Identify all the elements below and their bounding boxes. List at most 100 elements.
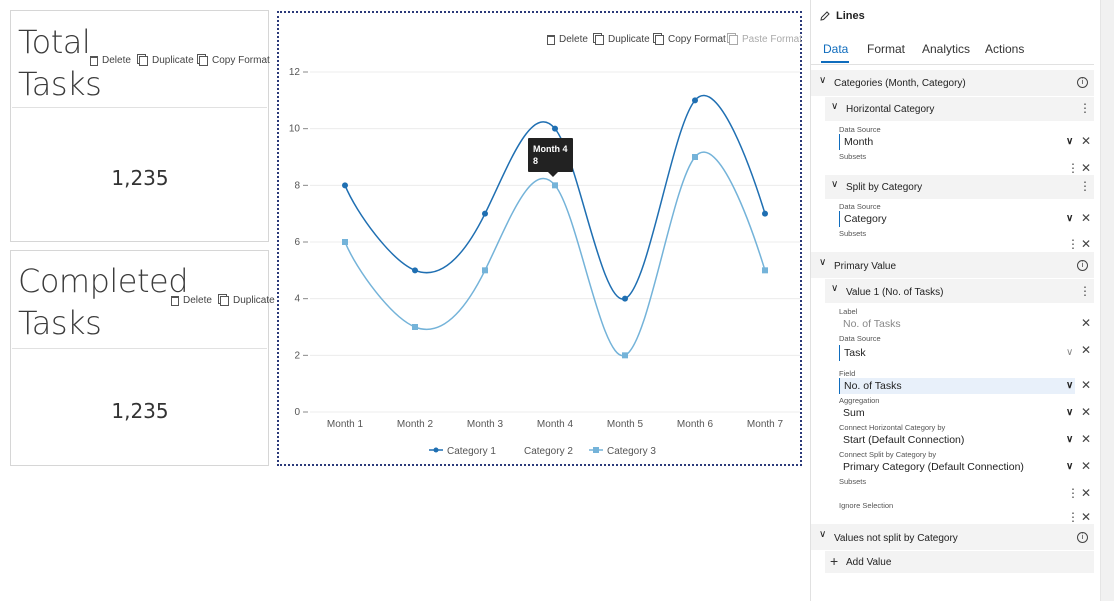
kpi-title-line1: Completed bbox=[18, 262, 189, 300]
divider bbox=[12, 107, 267, 108]
close-icon[interactable]: ✕ bbox=[1081, 460, 1091, 472]
delete-button[interactable]: Delete bbox=[90, 55, 131, 66]
divider bbox=[12, 348, 267, 349]
data-point bbox=[692, 154, 698, 160]
tab-format[interactable]: Format bbox=[867, 42, 905, 56]
subsection-split-by-category[interactable]: ∨ Split by Category ⋮ bbox=[825, 175, 1094, 199]
more-options-icon[interactable]: ⋮ bbox=[1067, 162, 1079, 174]
close-icon[interactable]: ✕ bbox=[1081, 487, 1091, 499]
kpi-tile-total-tasks[interactable]: Total Tasks Delete Duplicate Copy Format… bbox=[10, 10, 270, 242]
kpi-tile-completed-tasks[interactable]: Completed Tasks Delete Duplicate 1,235 bbox=[10, 250, 275, 466]
value-data-source-select[interactable]: Task bbox=[839, 345, 1075, 361]
section-values-not-split[interactable]: ∨ Values not split by Category i bbox=[811, 524, 1094, 550]
data-point bbox=[552, 125, 558, 132]
duplicate-button[interactable]: Duplicate bbox=[220, 295, 275, 306]
data-point bbox=[342, 182, 348, 189]
aggregation-label: Aggregation bbox=[839, 396, 880, 405]
copy-format-label: Copy Format bbox=[212, 55, 270, 66]
section-categories[interactable]: ∨ Categories (Month, Category) i bbox=[811, 70, 1094, 96]
chevron-down-icon[interactable]: ∨ bbox=[1066, 380, 1073, 391]
aggregation-select[interactable]: Sum bbox=[839, 405, 1075, 421]
data-point bbox=[482, 267, 488, 274]
section-title: Categories (Month, Category) bbox=[834, 78, 966, 89]
subsets-label: Subsets bbox=[839, 477, 867, 486]
subsets-label: Subsets bbox=[839, 229, 867, 238]
data-point bbox=[412, 324, 418, 330]
pencil-icon bbox=[820, 11, 830, 21]
delete-button[interactable]: Delete bbox=[171, 295, 212, 306]
chevron-down-icon[interactable]: ∨ bbox=[1066, 136, 1073, 147]
tooltip-title: Month 4 bbox=[533, 144, 568, 154]
section-primary-value[interactable]: ∨ Primary Value i bbox=[811, 252, 1094, 278]
close-icon[interactable]: ✕ bbox=[1081, 317, 1091, 329]
data-point bbox=[342, 239, 348, 245]
close-icon[interactable]: ✕ bbox=[1081, 511, 1091, 523]
more-options-icon[interactable]: ⋮ bbox=[1067, 238, 1079, 250]
trash-icon bbox=[90, 55, 98, 66]
delete-label: Delete bbox=[102, 55, 131, 66]
info-icon[interactable]: i bbox=[1077, 532, 1088, 543]
y-tick-label: 8 bbox=[294, 180, 300, 191]
x-tick-label: Month 1 bbox=[327, 419, 364, 430]
kpi-title-line2: Tasks bbox=[18, 65, 102, 103]
kpi-value: 1,235 bbox=[111, 399, 169, 423]
split-category-data-source-select[interactable]: Category bbox=[839, 211, 1075, 227]
field-select[interactable]: No. of Tasks bbox=[839, 378, 1075, 394]
close-icon[interactable]: ✕ bbox=[1081, 238, 1091, 250]
chevron-down-icon[interactable]: ∨ bbox=[1066, 347, 1073, 358]
more-options-icon[interactable]: ⋮ bbox=[1067, 511, 1079, 523]
close-icon[interactable]: ✕ bbox=[1081, 162, 1091, 174]
panel-title: Lines bbox=[836, 10, 865, 22]
data-point bbox=[762, 210, 768, 217]
y-tick-label: 12 bbox=[289, 67, 301, 78]
close-icon[interactable]: ✕ bbox=[1081, 406, 1091, 418]
subsection-horizontal-category[interactable]: ∨ Horizontal Category ⋮ bbox=[825, 97, 1094, 121]
more-options-icon[interactable]: ⋮ bbox=[1079, 102, 1091, 114]
vertical-scrollbar[interactable] bbox=[1100, 0, 1114, 601]
x-tick-label: Month 4 bbox=[537, 419, 574, 430]
kpi-value: 1,235 bbox=[111, 166, 169, 190]
line-chart-tile[interactable]: Delete Duplicate Copy Format Paste Forma… bbox=[277, 11, 802, 466]
subsection-title: Horizontal Category bbox=[846, 104, 935, 115]
close-icon[interactable]: ✕ bbox=[1081, 135, 1091, 147]
chevron-down-icon[interactable]: ∨ bbox=[1066, 461, 1073, 472]
plus-icon: + bbox=[830, 553, 839, 569]
tooltip-value: 8 bbox=[533, 156, 539, 166]
subsection-value-1[interactable]: ∨ Value 1 (No. of Tasks) ⋮ bbox=[825, 279, 1094, 303]
chevron-down-icon[interactable]: ∨ bbox=[1066, 434, 1073, 445]
horizontal-category-data-source-select[interactable]: Month bbox=[839, 134, 1075, 150]
chevron-down-icon: ∨ bbox=[819, 75, 827, 86]
close-icon[interactable]: ✕ bbox=[1081, 379, 1091, 391]
duplicate-icon bbox=[220, 295, 229, 306]
legend-marker bbox=[593, 447, 599, 453]
more-options-icon[interactable]: ⋮ bbox=[1067, 487, 1079, 499]
chevron-down-icon[interactable]: ∨ bbox=[1066, 407, 1073, 418]
x-tick-label: Month 5 bbox=[607, 419, 644, 430]
duplicate-button[interactable]: Duplicate bbox=[139, 55, 194, 66]
x-tick-label: Month 3 bbox=[467, 419, 504, 430]
connect-horizontal-select[interactable]: Start (Default Connection) bbox=[839, 432, 1075, 448]
connect-split-select[interactable]: Primary Category (Default Connection) bbox=[839, 459, 1075, 475]
ignore-selection-label: Ignore Selection bbox=[839, 501, 894, 510]
trash-icon bbox=[171, 295, 179, 306]
duplicate-icon bbox=[139, 55, 148, 66]
y-tick-label: 4 bbox=[294, 294, 300, 305]
tab-analytics[interactable]: Analytics bbox=[922, 42, 970, 56]
close-icon[interactable]: ✕ bbox=[1081, 344, 1091, 356]
data-point bbox=[692, 97, 698, 104]
legend-marker bbox=[433, 447, 439, 453]
add-value-button[interactable]: + Add Value bbox=[825, 551, 1094, 573]
more-options-icon[interactable]: ⋮ bbox=[1079, 285, 1091, 297]
close-icon[interactable]: ✕ bbox=[1081, 212, 1091, 224]
chevron-down-icon[interactable]: ∨ bbox=[1066, 213, 1073, 224]
label-input[interactable]: No. of Tasks bbox=[839, 316, 1075, 332]
chevron-down-icon: ∨ bbox=[819, 529, 827, 540]
close-icon[interactable]: ✕ bbox=[1081, 433, 1091, 445]
info-icon[interactable]: i bbox=[1077, 77, 1088, 88]
tab-data[interactable]: Data bbox=[823, 42, 848, 56]
more-options-icon[interactable]: ⋮ bbox=[1079, 180, 1091, 192]
copy-format-button[interactable]: Copy Format bbox=[199, 55, 270, 66]
tab-actions[interactable]: Actions bbox=[985, 42, 1024, 56]
duplicate-label: Duplicate bbox=[152, 55, 194, 66]
info-icon[interactable]: i bbox=[1077, 260, 1088, 271]
